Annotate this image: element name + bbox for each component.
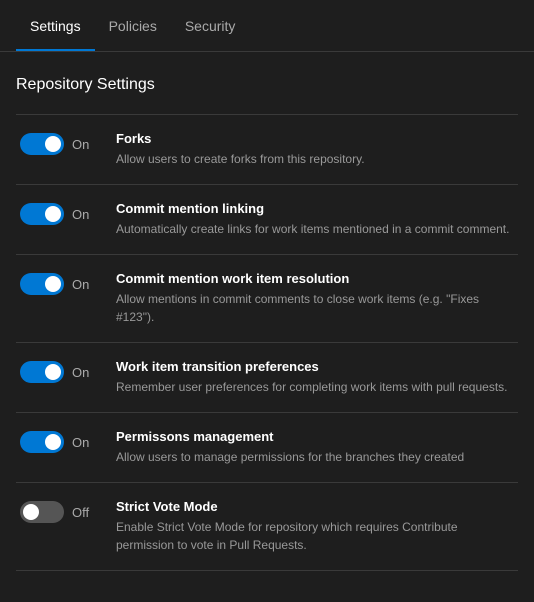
toggle-knob-permissions-management — [45, 434, 61, 450]
setting-description-commit-mention-linking: Automatically create links for work item… — [116, 220, 514, 238]
toggle-work-item-transition[interactable] — [20, 361, 64, 383]
setting-info-forks: Forks Allow users to create forks from th… — [116, 131, 514, 168]
setting-title-strict-vote-mode: Strict Vote Mode — [116, 499, 514, 514]
toggle-label-permissions-management: On — [72, 435, 89, 450]
tab-policies[interactable]: Policies — [95, 0, 171, 51]
setting-title-commit-mention-work-item: Commit mention work item resolution — [116, 271, 514, 286]
toggle-knob-commit-mention-linking — [45, 206, 61, 222]
toggle-permissions-management[interactable] — [20, 431, 64, 453]
setting-description-work-item-transition: Remember user preferences for completing… — [116, 378, 514, 396]
toggle-area-commit-mention-linking: On — [20, 201, 100, 225]
setting-description-strict-vote-mode: Enable Strict Vote Mode for repository w… — [116, 518, 514, 554]
toggle-label-commit-mention-work-item: On — [72, 277, 89, 292]
setting-description-forks: Allow users to create forks from this re… — [116, 150, 514, 168]
toggle-area-strict-vote-mode: Off — [20, 499, 100, 523]
setting-description-permissions-management: Allow users to manage permissions for th… — [116, 448, 514, 466]
toggle-knob-work-item-transition — [45, 364, 61, 380]
setting-item-commit-mention-linking: On Commit mention linking Automatically cr… — [16, 185, 518, 255]
toggle-commit-mention-linking[interactable] — [20, 203, 64, 225]
content-area: Repository Settings On Forks Allow users t… — [0, 52, 534, 587]
setting-item-commit-mention-work-item: On Commit mention work item resolution All… — [16, 255, 518, 343]
setting-info-commit-mention-work-item: Commit mention work item resolution Allow… — [116, 271, 514, 326]
setting-item-work-item-transition: On Work item transition preferences Rememb… — [16, 343, 518, 413]
setting-info-work-item-transition: Work item transition preferences Remember… — [116, 359, 514, 396]
top-navigation: Settings Policies Security — [0, 0, 534, 52]
toggle-area-forks: On — [20, 131, 100, 155]
toggle-label-commit-mention-linking: On — [72, 207, 89, 222]
setting-info-strict-vote-mode: Strict Vote Mode Enable Strict Vote Mode … — [116, 499, 514, 554]
setting-item-permissions-management: On Permissons management Allow users to ma… — [16, 413, 518, 483]
setting-title-commit-mention-linking: Commit mention linking — [116, 201, 514, 216]
setting-item-forks: On Forks Allow users to create forks from … — [16, 115, 518, 185]
toggle-knob-strict-vote-mode — [23, 504, 39, 520]
setting-description-commit-mention-work-item: Allow mentions in commit comments to clo… — [116, 290, 514, 326]
toggle-knob-commit-mention-work-item — [45, 276, 61, 292]
toggle-area-commit-mention-work-item: On — [20, 271, 100, 295]
setting-info-commit-mention-linking: Commit mention linking Automatically crea… — [116, 201, 514, 238]
settings-list: On Forks Allow users to create forks from … — [16, 114, 518, 571]
tab-security[interactable]: Security — [171, 0, 250, 51]
toggle-label-work-item-transition: On — [72, 365, 89, 380]
toggle-label-strict-vote-mode: Off — [72, 505, 89, 520]
toggle-strict-vote-mode[interactable] — [20, 501, 64, 523]
section-title: Repository Settings — [16, 76, 518, 94]
setting-title-forks: Forks — [116, 131, 514, 146]
toggle-commit-mention-work-item[interactable] — [20, 273, 64, 295]
setting-title-permissions-management: Permissons management — [116, 429, 514, 444]
toggle-forks[interactable] — [20, 133, 64, 155]
tab-settings[interactable]: Settings — [16, 0, 95, 51]
setting-item-strict-vote-mode: Off Strict Vote Mode Enable Strict Vote Mo… — [16, 483, 518, 571]
setting-info-permissions-management: Permissons management Allow users to mana… — [116, 429, 514, 466]
toggle-area-work-item-transition: On — [20, 359, 100, 383]
setting-title-work-item-transition: Work item transition preferences — [116, 359, 514, 374]
toggle-area-permissions-management: On — [20, 429, 100, 453]
toggle-label-forks: On — [72, 137, 89, 152]
toggle-knob-forks — [45, 136, 61, 152]
